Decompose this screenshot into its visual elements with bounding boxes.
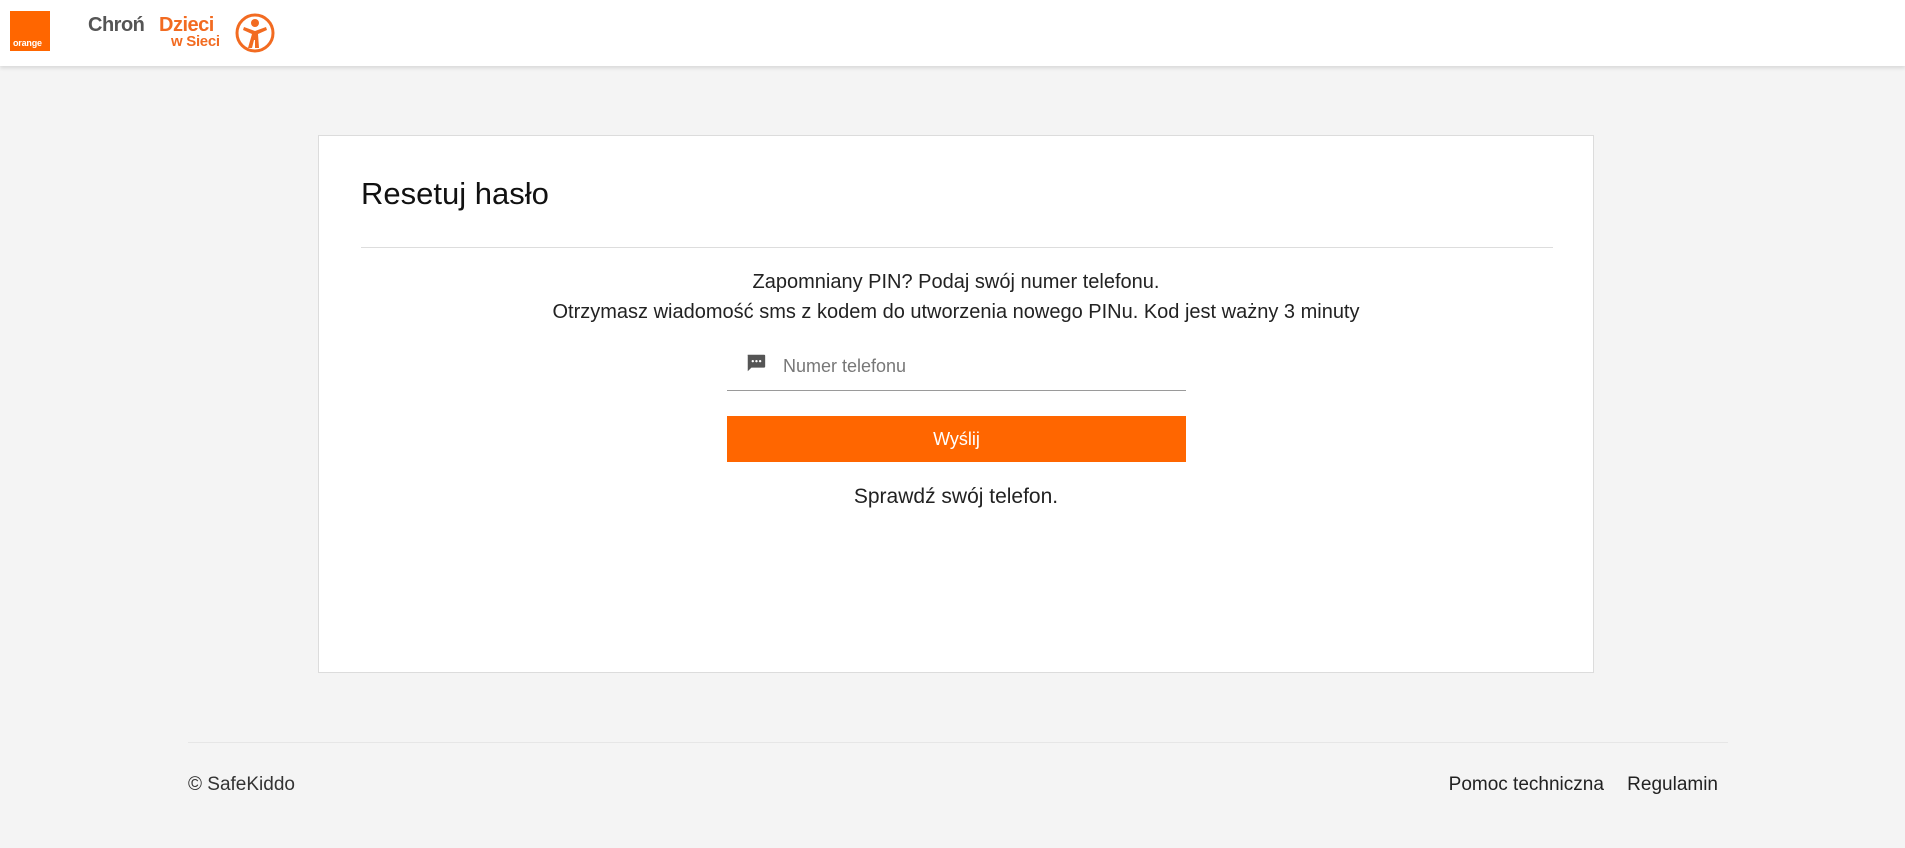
instruction-line-2: Otrzymasz wiadomość sms z kodem do utwor… <box>552 301 1360 323</box>
orange-logo-text: orange <box>13 38 42 48</box>
send-button[interactable]: Wyślij <box>727 416 1186 462</box>
phone-number-field[interactable] <box>727 346 1186 391</box>
footer-divider <box>188 742 1728 743</box>
message-icon <box>747 354 766 372</box>
status-message: Sprawdź swój telefon. <box>853 485 1059 508</box>
child-figure-icon <box>235 13 275 53</box>
technical-support-link[interactable]: Pomoc techniczna <box>1449 774 1604 795</box>
brand-text-w-sieci: w Sieci <box>171 33 220 50</box>
phone-number-input[interactable] <box>783 350 1173 382</box>
top-header: orange Chroń Dzieci w Sieci <box>0 0 1905 66</box>
orange-logo[interactable]: orange <box>10 11 50 51</box>
title-divider <box>361 247 1553 248</box>
chron-dzieci-logo[interactable]: Chroń Dzieci w Sieci <box>88 12 288 54</box>
terms-link[interactable]: Regulamin <box>1627 774 1718 795</box>
page-title: Resetuj hasło <box>361 176 549 211</box>
brand-text-chron: Chroń <box>88 14 145 36</box>
copyright-text: © SafeKiddo <box>188 774 295 795</box>
instruction-line-1: Zapomniany PIN? Podaj swój numer telefon… <box>752 271 1160 293</box>
footer-links: Pomoc techniczna Regulamin <box>1431 774 1718 796</box>
reset-password-card: Resetuj hasło Zapomniany PIN? Podaj swój… <box>318 135 1594 673</box>
